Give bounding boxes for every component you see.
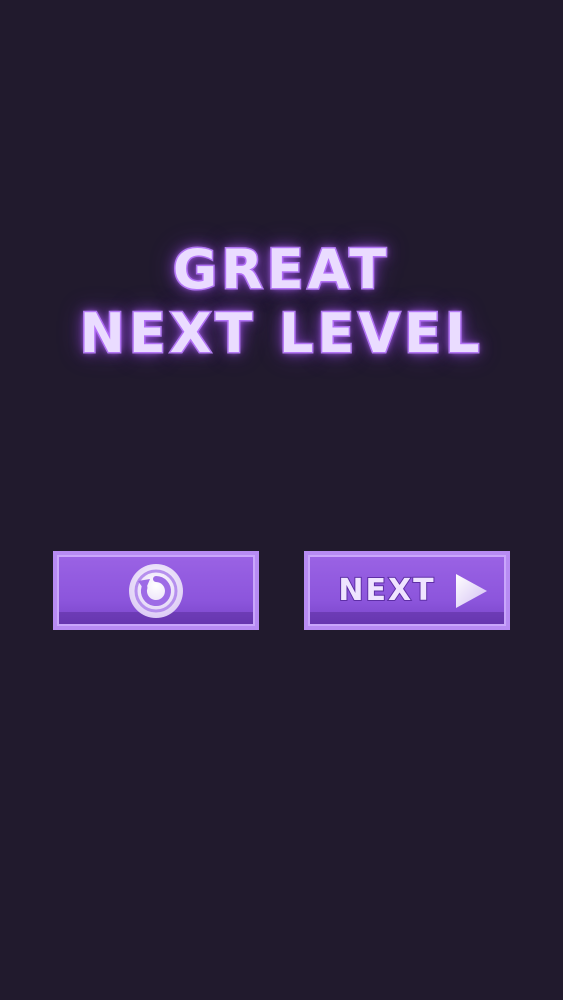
restart-icon — [128, 563, 184, 619]
title-next-level: NEXT LEVEL — [78, 301, 484, 367]
next-button[interactable]: NEXT — [304, 551, 510, 630]
restart-button-face[interactable] — [57, 555, 255, 626]
title-great: GREAT — [171, 237, 391, 303]
next-button-label: NEXT — [337, 572, 436, 609]
next-button-content: NEXT — [337, 572, 488, 609]
restart-button[interactable] — [53, 551, 259, 630]
next-button-face[interactable]: NEXT — [308, 555, 506, 626]
play-icon — [454, 573, 488, 609]
